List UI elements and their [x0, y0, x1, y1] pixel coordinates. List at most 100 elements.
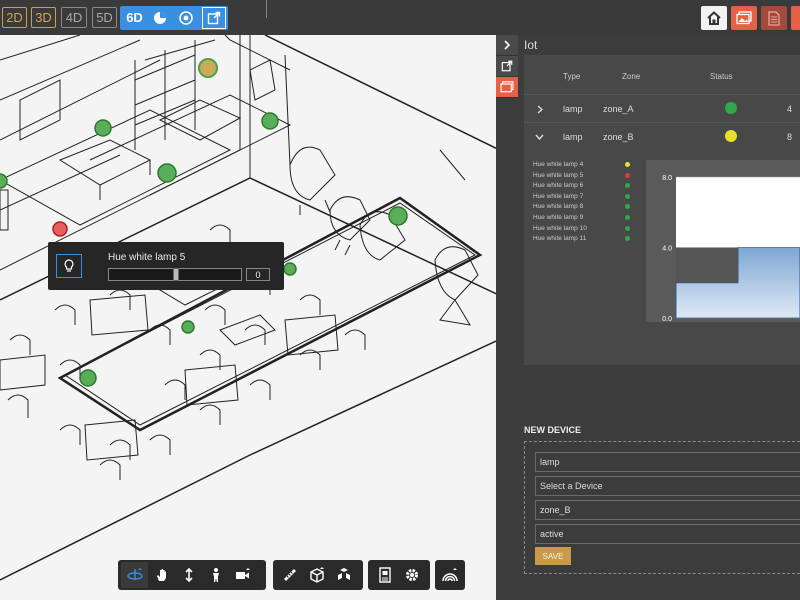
- settings-toolgroup: [368, 560, 430, 590]
- drag-handle: [266, 0, 267, 18]
- lamp-status-dot: [625, 236, 630, 242]
- vertical-arrows-icon: [184, 567, 193, 583]
- step-shadow: [676, 247, 738, 283]
- pie-chart-icon[interactable]: [149, 6, 171, 30]
- view-4d-button[interactable]: 4D: [61, 7, 87, 28]
- gear-icon: [405, 569, 418, 581]
- table-row[interactable]: lamp zone_A 4: [524, 94, 800, 122]
- home-button[interactable]: [701, 6, 727, 30]
- iot-panel: Iot Type Zone Status lamp zone_A 4 lamp …: [496, 35, 800, 600]
- panel-title: Iot: [524, 38, 538, 52]
- lamp-chart: 8.0 4.0 0.0: [646, 160, 800, 323]
- lamp-status-dot: [625, 215, 630, 220]
- measure-toolgroup: [273, 560, 363, 590]
- rainbow-icon: [442, 568, 458, 582]
- lamp-tooltip: Hue white lamp 5 0: [48, 242, 284, 290]
- walk-button[interactable]: [202, 562, 229, 588]
- y-tick-label: 4.0: [662, 246, 672, 253]
- row-zone: zone_B: [603, 132, 634, 142]
- view-2d-button[interactable]: 2D: [2, 7, 27, 28]
- row-type: lamp: [563, 104, 583, 114]
- row-type: lamp: [563, 132, 583, 142]
- video-camera-icon: [235, 568, 250, 579]
- properties-icon: [378, 567, 391, 583]
- target-icon[interactable]: [175, 6, 197, 30]
- device-type-field[interactable]: lamp: [535, 452, 800, 472]
- zoom-vertical-button[interactable]: [175, 562, 202, 588]
- lamp-list-item[interactable]: Hue white lamp 7: [533, 193, 583, 200]
- panel-external-button[interactable]: [496, 56, 518, 77]
- top-toolbar: 2D 3D 4D 5D 6D: [0, 0, 800, 35]
- person-icon: [212, 568, 219, 582]
- slider-thumb[interactable]: [173, 268, 179, 281]
- camera-button[interactable]: [229, 562, 256, 588]
- orbit-button[interactable]: [121, 562, 148, 588]
- floorplan-drawing: [0, 35, 520, 581]
- settings-button[interactable]: [398, 562, 425, 588]
- lightbulb-icon: [56, 254, 82, 278]
- document-button[interactable]: [761, 6, 787, 30]
- lamp-list-item[interactable]: Hue white lamp 11: [533, 235, 586, 242]
- viewer-toolgroup: [435, 560, 465, 590]
- device-table: Type Zone Status lamp zone_A 4 lamp zone…: [524, 55, 800, 365]
- table-row[interactable]: lamp zone_B 8: [524, 122, 800, 150]
- document-icon: [768, 10, 780, 26]
- lamp-status-dot: [625, 172, 630, 178]
- lamp-status-dot: [625, 225, 630, 231]
- section-box-button[interactable]: [303, 562, 330, 588]
- view-5d-button[interactable]: 5D: [92, 7, 117, 28]
- chevron-down-icon: [535, 134, 544, 140]
- y-tick-label: 0.0: [662, 316, 672, 322]
- lamp-list-item[interactable]: Hue white lamp 10: [533, 225, 587, 232]
- chevron-right-icon: [537, 105, 543, 114]
- brightness-value[interactable]: 0: [246, 268, 270, 281]
- device-select[interactable]: Select a Device: [535, 476, 800, 496]
- more-button[interactable]: [791, 6, 800, 30]
- save-button[interactable]: SAVE: [535, 547, 571, 565]
- lamp-status-dot: [625, 204, 630, 210]
- lamp-status-dot: [625, 183, 630, 189]
- device-zone-field[interactable]: zone_B: [535, 500, 800, 520]
- view-6d-button[interactable]: 6D: [122, 7, 147, 28]
- rainbow-button[interactable]: [438, 562, 462, 588]
- gallery-button[interactable]: [731, 6, 757, 30]
- status-indicator: [725, 130, 737, 142]
- row-zone: zone_A: [603, 104, 634, 114]
- section-box-icon: [309, 567, 324, 583]
- open-external-icon[interactable]: [202, 7, 226, 29]
- cubes-icon: [337, 568, 350, 580]
- header-zone: Zone: [622, 72, 641, 81]
- panel-side-strip: [496, 35, 518, 600]
- image-gallery-icon: [500, 81, 514, 93]
- properties-button[interactable]: [371, 562, 398, 588]
- home-icon: [707, 11, 721, 25]
- pan-button[interactable]: [148, 562, 175, 588]
- header-type: Type: [563, 72, 581, 81]
- brightness-slider[interactable]: [108, 268, 242, 281]
- status-indicator: [725, 102, 737, 114]
- new-device-title: NEW DEVICE: [524, 425, 582, 435]
- row-count: 8: [787, 132, 793, 142]
- header-status: Status: [710, 72, 733, 81]
- lamp-status-dot: [625, 162, 630, 167]
- lamp-list-item[interactable]: Hue white lamp 6: [533, 182, 583, 189]
- lamp-list-item[interactable]: Hue white lamp 8: [533, 203, 583, 210]
- 3d-viewport[interactable]: [0, 35, 520, 600]
- new-device-form: lamp Select a Device zone_B active SAVE: [524, 441, 800, 574]
- row-count: 4: [787, 104, 793, 114]
- tooltip-title: Hue white lamp 5: [108, 252, 186, 263]
- chevron-right-icon: [504, 40, 511, 50]
- device-status-field[interactable]: active: [535, 524, 800, 544]
- lamp-list-item[interactable]: Hue white lamp 5: [533, 172, 583, 179]
- explode-button[interactable]: [330, 562, 357, 588]
- navigation-toolgroup: [118, 560, 266, 590]
- collapse-panel-button[interactable]: [496, 35, 518, 56]
- lamp-list-item[interactable]: Hue white lamp 9: [533, 214, 583, 221]
- measure-button[interactable]: [276, 562, 303, 588]
- view-3d-button[interactable]: 3D: [31, 7, 56, 28]
- image-gallery-icon: [736, 11, 752, 25]
- lamp-list-item[interactable]: Hue white lamp 4: [533, 161, 583, 168]
- ruler-icon: [283, 569, 296, 581]
- panel-gallery-button[interactable]: [496, 77, 518, 98]
- y-tick-label: 8.0: [662, 175, 672, 182]
